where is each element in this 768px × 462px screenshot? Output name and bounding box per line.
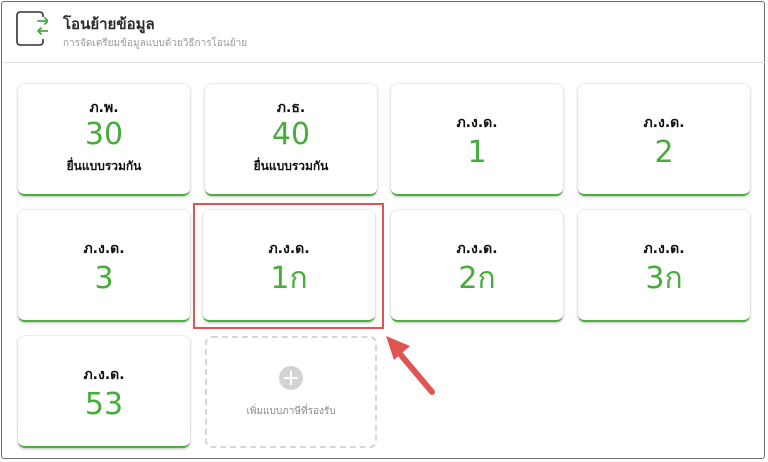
card-number: 1 — [467, 135, 487, 170]
card-number: 53 — [84, 387, 124, 422]
card-category: ภ.พ. — [89, 100, 119, 116]
page-header: โอนย้ายข้อมูล การจัดเตรียมข้อมูลแบบด้วยว… — [16, 11, 756, 57]
tax-form-card-pnd3k[interactable]: ภ.ง.ด. 3ก — [578, 210, 750, 322]
card-category: ภ.ง.ด. — [83, 367, 125, 383]
page-title: โอนย้ายข้อมูล — [63, 15, 155, 33]
tax-form-card-pnd2[interactable]: ภ.ง.ด. 2 — [578, 84, 750, 196]
add-tax-form-card[interactable]: เพิ่มแบบภาษีที่รองรับ — [205, 336, 377, 448]
tax-form-card-pnd3[interactable]: ภ.ง.ด. 3 — [18, 210, 190, 322]
card-number: 2ก — [458, 261, 496, 296]
card-number: 40 — [271, 117, 311, 152]
card-number: 30 — [84, 117, 124, 152]
card-number: 2 — [654, 135, 674, 170]
tax-form-card-pnd53[interactable]: ภ.ง.ด. 53 — [18, 336, 190, 448]
card-number: 1ก — [270, 261, 308, 296]
page-subtitle: การจัดเตรียมข้อมูลแบบด้วยวิธีการโอนย้าย — [63, 38, 248, 49]
tax-form-card-pp30[interactable]: ภ.พ. 30 ยื่นแบบรวมกัน — [18, 84, 190, 196]
plus-icon — [279, 366, 303, 390]
card-number: 3 — [94, 261, 114, 296]
tax-form-card-pnd1[interactable]: ภ.ง.ด. 1 — [391, 84, 563, 196]
card-category: ภ.ง.ด. — [268, 241, 310, 257]
card-number: 3ก — [645, 261, 683, 296]
card-category: ภ.ง.ด. — [83, 241, 125, 257]
card-category: ภ.ธ. — [276, 100, 306, 116]
card-category: ภ.ง.ด. — [643, 115, 685, 131]
card-category: ภ.ง.ด. — [456, 115, 498, 131]
tax-form-card-pnd2k[interactable]: ภ.ง.ด. 2ก — [391, 210, 563, 322]
header-divider — [3, 62, 765, 63]
card-subtitle: ยื่นแบบรวมกัน — [66, 159, 142, 173]
tax-form-card-pt40[interactable]: ภ.ธ. 40 ยื่นแบบรวมกัน — [205, 84, 377, 196]
transfer-icon — [16, 11, 48, 46]
card-subtitle: ยื่นแบบรวมกัน — [253, 159, 329, 173]
card-category: ภ.ง.ด. — [643, 241, 685, 257]
add-tax-form-label: เพิ่มแบบภาษีที่รองรับ — [246, 406, 336, 417]
card-category: ภ.ง.ด. — [456, 241, 498, 257]
tax-form-card-pnd1k[interactable]: ภ.ง.ด. 1ก — [203, 210, 375, 322]
